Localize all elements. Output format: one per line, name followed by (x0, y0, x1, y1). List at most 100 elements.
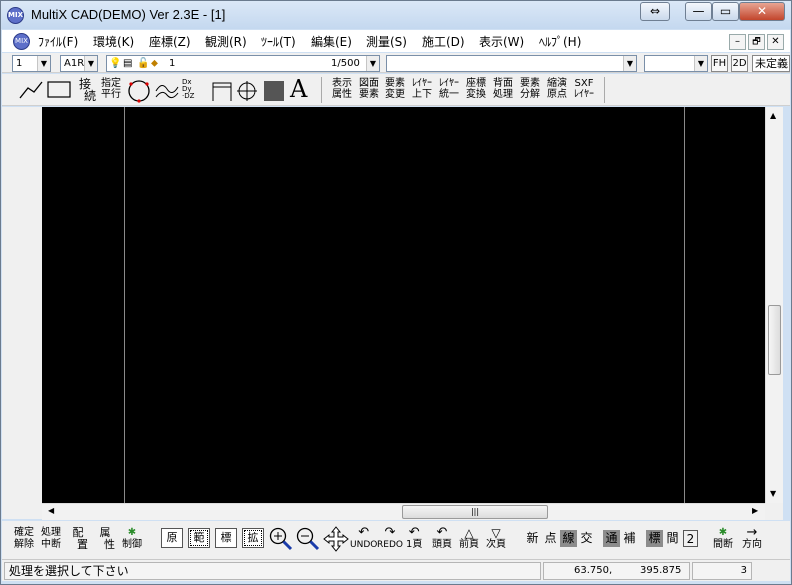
mode-intersection-toggle[interactable]: 交 (578, 530, 595, 547)
spline-icon[interactable] (154, 79, 180, 103)
status-bar: 処理を選択して下さい 63.750, 395.875 3 (2, 559, 790, 581)
mdi-minimize-button[interactable]: – (729, 34, 746, 50)
menu-observation[interactable]: 観測(R) (205, 33, 247, 50)
interval-break-button[interactable]: ✱ 間断 (713, 527, 733, 551)
restore-button[interactable]: ▭ (712, 2, 739, 21)
horizontal-scrollbar[interactable]: ◀ ||| ▶ (42, 503, 765, 520)
back-one-button[interactable]: ↶ 1頁 (406, 526, 422, 551)
dxdy-icon[interactable]: Dx Dy ·DZ (182, 79, 194, 100)
original-view-button[interactable]: 原 (161, 528, 183, 548)
drawing-elements-button[interactable]: 図面 要素 (359, 78, 379, 100)
minimize-button[interactable]: — (685, 2, 712, 21)
display-attributes-button[interactable]: 表示 属性 (332, 78, 352, 100)
mode-supplement-toggle[interactable]: 補 (621, 530, 638, 547)
mode-interval-toggle[interactable]: 間 (664, 530, 681, 547)
parallel-button[interactable]: 指定 平行 (101, 78, 121, 100)
group-label-1: 縮演 (547, 78, 567, 89)
mdi-restore-button[interactable]: 🗗 (748, 34, 765, 50)
prev-page-button[interactable]: △ 前頁 (459, 527, 479, 551)
scale-origin-button[interactable]: 縮演 原点 (547, 78, 567, 100)
first-page-button[interactable]: ↶ 頭頁 (432, 526, 452, 551)
dimension-icon[interactable] (210, 79, 234, 103)
control-button[interactable]: ✱ 制御 (122, 527, 142, 551)
resize-grip[interactable] (756, 562, 786, 580)
scroll-left-icon[interactable]: ◀ (48, 506, 54, 515)
circle-icon[interactable] (127, 79, 151, 103)
rectangle-icon[interactable] (47, 81, 71, 99)
background-process-button[interactable]: 背面 処理 (493, 78, 513, 100)
layer-updown-button[interactable]: ﾚｲﾔｰ 上下 (412, 78, 432, 100)
mdi-close-button[interactable]: ✕ (767, 34, 784, 50)
coord-x: 63.750, (574, 565, 613, 576)
vertical-scrollbar[interactable]: ▲ ▼ (765, 107, 783, 503)
confirm-cancel-button[interactable]: 確定 解除 (14, 527, 34, 551)
range-button[interactable]: 範 (188, 528, 210, 548)
redo-button[interactable]: ↷ REDO (377, 525, 403, 551)
vertical-scroll-thumb[interactable] (768, 305, 781, 375)
mode-standard-toggle[interactable]: 標 (646, 530, 663, 547)
connect-button[interactable]: 接続 (74, 78, 96, 102)
menu-survey[interactable]: 測量(S) (366, 33, 407, 50)
text-icon[interactable]: A (290, 76, 307, 102)
option-select[interactable]: ▼ (644, 55, 708, 72)
scroll-right-icon[interactable]: ▶ (752, 506, 758, 515)
attribute-button[interactable]: 属性 (95, 527, 116, 551)
2d-button[interactable]: 2D (731, 55, 748, 72)
mode-new-toggle[interactable]: 新 (524, 530, 541, 547)
undo-button[interactable]: ↶ UNDO (350, 526, 377, 551)
menu-help[interactable]: ﾍﾙﾌﾟ(H) (539, 33, 581, 50)
app-window: MIX MultiX CAD(DEMO) Ver 2.3E - [1] ⇔ — … (0, 0, 792, 585)
element-explode-button[interactable]: 要素 分解 (520, 78, 540, 100)
crosshair-icon[interactable] (236, 80, 258, 102)
zoom-out-icon[interactable] (295, 526, 321, 552)
mode-line-toggle[interactable]: 線 (560, 530, 577, 547)
menu-coordinates[interactable]: 座標(Z) (149, 33, 191, 50)
scroll-up-icon[interactable]: ▲ (770, 111, 776, 120)
horizontal-scroll-thumb[interactable]: ||| (402, 505, 548, 519)
menu-file[interactable]: ﾌｧｲﾙ(F) (38, 33, 78, 50)
layer-select[interactable]: 💡 ▤ 🔓 ⬥ 1 1/500 ▼ (106, 55, 380, 72)
direction-button[interactable]: → 方向 (742, 526, 762, 551)
maximize-toggle-button[interactable]: ⇔ (640, 2, 670, 21)
layer-unify-button[interactable]: ﾚｲﾔｰ 統一 (439, 78, 459, 100)
sxf-layer-button[interactable]: SXF ﾚｲﾔｰ (574, 78, 594, 100)
redo-icon: ↷ (384, 525, 396, 540)
undefined-field: 未定義 (752, 55, 790, 72)
document-icon[interactable]: MIX (13, 33, 30, 50)
pan-icon[interactable] (323, 526, 349, 552)
mode-two-toggle[interactable]: 2 (683, 530, 698, 547)
group-label-2: 分解 (520, 89, 540, 100)
menu-tools[interactable]: ﾂｰﾙ(T) (261, 33, 296, 50)
polyline-icon[interactable] (18, 80, 44, 100)
connect-label-2: 続 (84, 89, 97, 103)
scroll-corner (765, 503, 783, 520)
group-label-1: 表示 (332, 78, 352, 89)
hatch-icon[interactable] (264, 81, 284, 101)
cmd-label-2: 間断 (713, 539, 733, 550)
menu-view[interactable]: 表示(W) (479, 33, 524, 50)
standard-view-button[interactable]: 標 (215, 528, 237, 548)
next-page-button[interactable]: ▽ 次頁 (486, 527, 506, 551)
element-select[interactable]: ▼ (386, 55, 637, 72)
place-button[interactable]: 配置 (68, 527, 89, 551)
menu-edit[interactable]: 編集(E) (311, 33, 352, 50)
element-change-button[interactable]: 要素 変更 (385, 78, 405, 100)
coordinate-transform-button[interactable]: 座標 変換 (466, 78, 486, 100)
layer-number-select[interactable]: 1 ▼ (12, 55, 51, 72)
menu-construction[interactable]: 施工(D) (422, 33, 465, 50)
menu-bar: MIX ﾌｧｲﾙ(F) 環境(K) 座標(Z) 観測(R) ﾂｰﾙ(T) 編集(… (2, 30, 790, 52)
close-button[interactable]: ✕ (739, 2, 785, 21)
zoom-box-button[interactable]: 拡 (242, 528, 264, 548)
paper-size-select[interactable]: A1R ▼ (60, 55, 98, 72)
menu-environment[interactable]: 環境(K) (93, 33, 134, 50)
mode-point-toggle[interactable]: 点 (542, 530, 559, 547)
scroll-down-icon[interactable]: ▼ (770, 489, 776, 498)
mode-normal-toggle[interactable]: 通 (603, 530, 620, 547)
fh-button[interactable]: FH (711, 55, 728, 72)
abort-process-button[interactable]: 処理 中断 (41, 527, 61, 551)
zoom-in-icon[interactable] (268, 526, 294, 552)
left-panel (2, 107, 42, 519)
lightbulb-icon: 💡 (109, 58, 122, 69)
group-label-2: 属性 (332, 89, 352, 100)
group-label-1: 要素 (520, 78, 540, 89)
